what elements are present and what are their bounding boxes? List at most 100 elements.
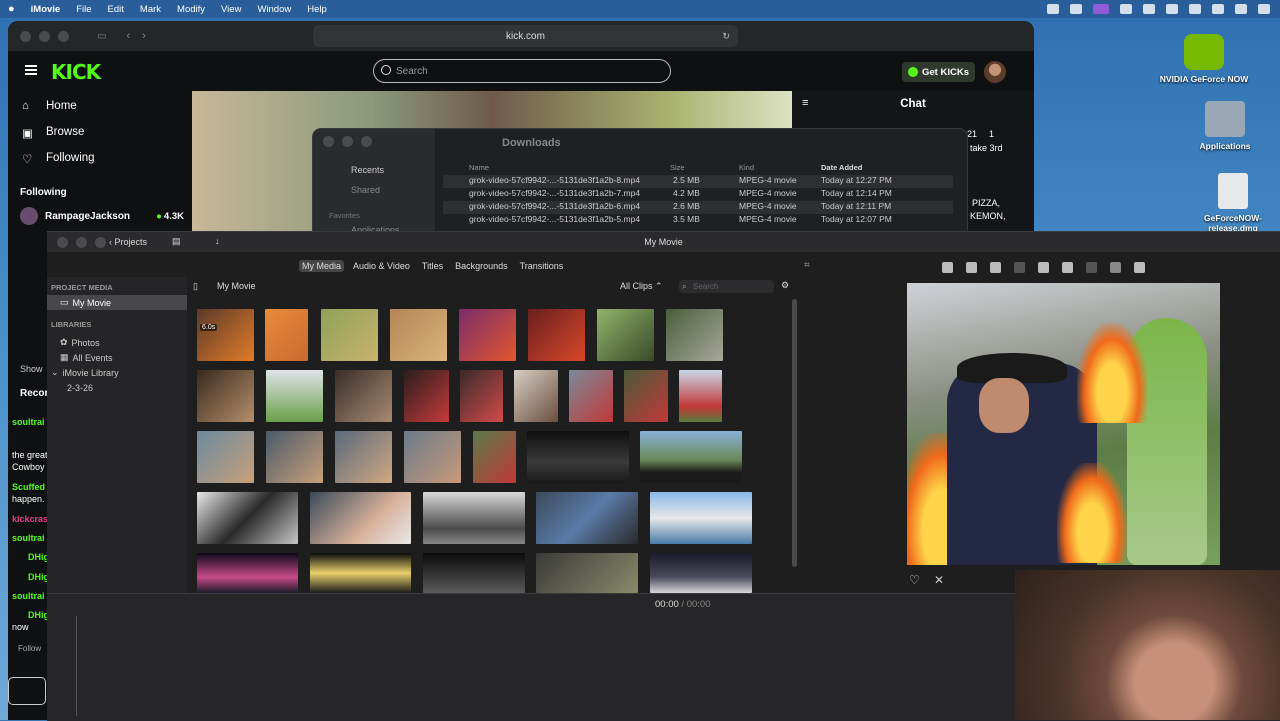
bluetooth-icon[interactable] bbox=[1212, 4, 1224, 14]
clip-thumbnail[interactable] bbox=[423, 553, 525, 593]
settings-icon[interactable]: ⚙ bbox=[781, 280, 789, 291]
collapse-chat-icon[interactable]: ≡ bbox=[802, 97, 808, 109]
col-name[interactable]: Name bbox=[469, 163, 489, 172]
control-center-icon[interactable] bbox=[1235, 4, 1247, 14]
sidebar-item-shared[interactable]: Shared bbox=[351, 185, 380, 195]
sidebar-item-browse[interactable]: ▣ Browse bbox=[8, 119, 188, 145]
clip-thumbnail[interactable] bbox=[266, 431, 323, 483]
reject-icon[interactable]: ✕ bbox=[934, 573, 944, 587]
col-kind[interactable]: Kind bbox=[739, 163, 754, 172]
info-icon[interactable] bbox=[1134, 262, 1145, 273]
minimize-button[interactable] bbox=[39, 30, 50, 42]
following-channel[interactable]: RampageJackson 4.3K bbox=[8, 206, 188, 226]
col-size[interactable]: Size bbox=[670, 163, 685, 172]
sidebar-item-home[interactable]: ⌂ Home bbox=[8, 93, 188, 119]
clip-thumbnail[interactable] bbox=[528, 309, 585, 361]
wifi-icon[interactable] bbox=[1166, 4, 1178, 14]
clip-thumbnail[interactable] bbox=[650, 553, 752, 593]
clip-thumbnail[interactable]: 6.0s bbox=[197, 309, 254, 361]
minimize-button[interactable] bbox=[342, 136, 353, 147]
sidebar-item-my-movie[interactable]: ▭ My Movie bbox=[47, 295, 187, 310]
clip-thumbnail[interactable] bbox=[390, 309, 447, 361]
file-row[interactable]: grok-video-57cf9942-...-5131de3f1a2b-8.m… bbox=[443, 175, 953, 188]
screen-record-icon[interactable] bbox=[1093, 4, 1109, 14]
noise-reduction-icon[interactable] bbox=[1062, 262, 1073, 273]
sidebar-item-recents[interactable]: Recents bbox=[351, 165, 384, 175]
close-button[interactable] bbox=[20, 30, 31, 42]
clip-thumbnail[interactable] bbox=[460, 370, 503, 422]
chat-line[interactable]: Show bbox=[20, 364, 43, 374]
siri-icon[interactable] bbox=[1258, 4, 1270, 14]
sidebar-item-photos[interactable]: ✿ Photos bbox=[47, 335, 187, 350]
clip-thumbnail[interactable] bbox=[197, 553, 298, 593]
zoom-button[interactable] bbox=[361, 136, 372, 147]
tab-transitions[interactable]: Transitions bbox=[517, 260, 567, 272]
stabilization-icon[interactable] bbox=[1014, 262, 1025, 273]
file-row[interactable]: grok-video-57cf9942-...-5131de3f1a2b-5.m… bbox=[443, 214, 953, 227]
tab-audio-video[interactable]: Audio & Video bbox=[350, 260, 413, 272]
forward-icon[interactable]: › bbox=[142, 30, 146, 42]
clip-thumbnail[interactable] bbox=[650, 492, 752, 544]
favorite-icon[interactable]: ♡ bbox=[909, 573, 920, 587]
playhead[interactable] bbox=[76, 616, 77, 716]
volume-icon[interactable] bbox=[1038, 262, 1049, 273]
clip-thumbnail[interactable] bbox=[197, 370, 254, 422]
sidebar-item-imovie-library[interactable]: ⌄ iMovie Library bbox=[47, 365, 187, 380]
clip-thumbnail[interactable] bbox=[536, 492, 638, 544]
clip-thumbnail[interactable] bbox=[335, 370, 392, 422]
avatar[interactable] bbox=[984, 61, 1006, 83]
status-icon[interactable] bbox=[1120, 4, 1132, 14]
tab-titles[interactable]: Titles bbox=[419, 260, 446, 272]
clip-thumbnail[interactable] bbox=[310, 553, 411, 593]
clip-thumbnail[interactable] bbox=[404, 370, 449, 422]
clip-thumbnail[interactable] bbox=[597, 309, 654, 361]
desktop-icon-geforce-now[interactable]: NVIDIA GeForce NOW bbox=[1159, 34, 1249, 84]
tab-backgrounds[interactable]: Backgrounds bbox=[452, 260, 511, 272]
search-icon[interactable] bbox=[1189, 4, 1201, 14]
clip-thumbnail[interactable] bbox=[624, 370, 668, 422]
clip-thumbnail[interactable] bbox=[640, 431, 742, 483]
disclosure-icon[interactable]: ⌄ bbox=[51, 367, 59, 378]
col-date[interactable]: Date Added bbox=[821, 163, 862, 172]
clip-filter-select[interactable]: All Clips ⌃ bbox=[620, 281, 663, 292]
kick-logo[interactable]: KICK bbox=[51, 60, 101, 84]
desktop-icon-applications[interactable]: Applications bbox=[1180, 101, 1270, 151]
clip-thumbnail[interactable] bbox=[310, 492, 411, 544]
reload-icon[interactable]: ↻ bbox=[722, 31, 730, 42]
clip-thumbnail[interactable] bbox=[459, 309, 516, 361]
menu-view[interactable]: View bbox=[221, 4, 241, 15]
sidebar-toggle-icon[interactable]: ▯ bbox=[193, 281, 198, 292]
clip-thumbnail[interactable] bbox=[514, 370, 558, 422]
clip-filter-icon[interactable] bbox=[1110, 262, 1121, 273]
menu-icon[interactable] bbox=[25, 65, 37, 75]
status-icon[interactable] bbox=[1070, 4, 1082, 14]
menu-mark[interactable]: Mark bbox=[140, 4, 161, 15]
clip-thumbnail[interactable] bbox=[335, 431, 392, 483]
clip-thumbnail[interactable] bbox=[666, 309, 723, 361]
file-row[interactable]: grok-video-57cf9942-...-5131de3f1a2b-6.m… bbox=[443, 201, 953, 214]
menu-edit[interactable]: Edit bbox=[108, 4, 124, 15]
menu-window[interactable]: Window bbox=[257, 4, 291, 15]
mic-button[interactable] bbox=[8, 677, 46, 705]
tab-my-media[interactable]: My Media bbox=[299, 260, 345, 272]
clip-thumbnail[interactable] bbox=[404, 431, 461, 483]
browser-scrollbar[interactable] bbox=[792, 299, 797, 567]
color-balance-icon[interactable] bbox=[942, 262, 953, 273]
clip-thumbnail[interactable] bbox=[321, 309, 378, 361]
color-correction-icon[interactable] bbox=[966, 262, 977, 273]
apple-menu-icon[interactable]: ● bbox=[8, 3, 15, 15]
address-bar[interactable]: kick.com ↻ bbox=[313, 25, 738, 47]
clip-thumbnail[interactable] bbox=[569, 370, 613, 422]
status-icon[interactable] bbox=[1047, 4, 1059, 14]
menu-app-name[interactable]: iMovie bbox=[31, 4, 61, 15]
clip-thumbnail[interactable] bbox=[473, 431, 516, 483]
desktop-icon-dmg[interactable]: GeForceNOW-release.dmg bbox=[1188, 173, 1278, 233]
speed-icon[interactable] bbox=[1086, 262, 1097, 273]
clip-thumbnail[interactable] bbox=[527, 431, 629, 483]
clip-thumbnail[interactable] bbox=[265, 309, 308, 361]
clip-thumbnail[interactable] bbox=[266, 370, 323, 422]
clip-thumbnail[interactable] bbox=[679, 370, 722, 422]
crop-icon[interactable] bbox=[990, 262, 1001, 273]
menu-modify[interactable]: Modify bbox=[177, 4, 205, 15]
sidebar-item-event-date[interactable]: 2-3-26 bbox=[47, 380, 187, 395]
